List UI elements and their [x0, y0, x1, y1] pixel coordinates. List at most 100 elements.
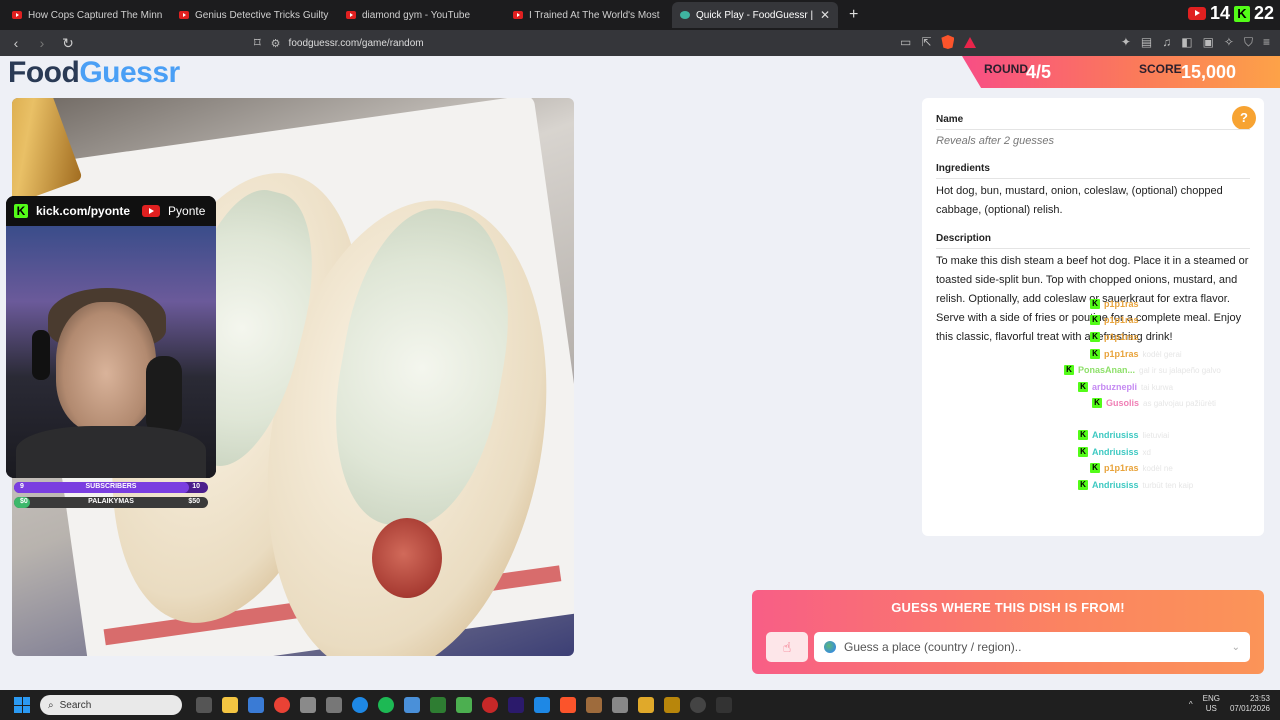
score-label: SCORE [1139, 62, 1182, 76]
kick-icon: K [1090, 299, 1100, 309]
edge-icon[interactable] [352, 697, 368, 713]
photos-icon[interactable] [404, 697, 420, 713]
back-icon[interactable]: ‹ [6, 35, 26, 51]
chat-message: K Andriusiss turbūt ten kaip [1078, 480, 1193, 490]
wallet-icon[interactable]: ▣ [1203, 35, 1214, 50]
reload-icon[interactable]: ↻ [58, 35, 78, 52]
address-bar-icons: ▭ ⇱ [900, 35, 977, 49]
app-icon[interactable] [534, 697, 550, 713]
language-indicator[interactable]: ENG US [1203, 694, 1220, 714]
chat-username: Andriusiss [1092, 447, 1139, 457]
guess-location-input[interactable]: Guess a place (country / region).. ⌄ [814, 632, 1250, 662]
close-tab-icon[interactable]: ✕ [820, 8, 830, 22]
forward-icon[interactable]: › [32, 35, 52, 51]
streamer-webcam: K kick.com/pyonte Pyonte [6, 196, 216, 478]
microphone [146, 356, 182, 436]
app-icon[interactable] [612, 697, 628, 713]
url-text[interactable]: foodguessr.com/game/random [289, 38, 424, 49]
spotify-icon[interactable] [378, 697, 394, 713]
chevron-down-icon[interactable]: ⌄ [1232, 642, 1240, 653]
obs-icon[interactable] [690, 697, 706, 713]
menu-icon[interactable]: ≡ [1263, 35, 1270, 50]
stream-counters: 14 K 22 [1187, 3, 1274, 24]
reading-list-icon[interactable]: ▤ [1141, 35, 1152, 50]
webcam-feed [6, 226, 216, 478]
share-icon[interactable]: ⇱ [921, 35, 931, 49]
sidebar-icon[interactable]: ◧ [1181, 35, 1192, 50]
store-icon[interactable] [248, 697, 264, 713]
chat-text: turbūt ten kaip [1142, 480, 1194, 490]
brave-shield-icon[interactable] [941, 35, 955, 49]
site-settings-icon[interactable]: ⚙ [271, 37, 281, 50]
donation-goal: $50 [188, 498, 200, 505]
chat-message: K Gusolis as galvojau pažiūrėti [1092, 398, 1216, 408]
taskbar-search[interactable]: ⌕ Search [40, 695, 182, 715]
youtube-icon [1187, 7, 1206, 20]
tab-label: Quick Play - FoodGuessr | FoodG [696, 9, 814, 21]
chat-text: xd [1142, 447, 1151, 457]
tab-label: Genius Detective Tricks Guilty Suspe [195, 9, 329, 21]
chevron-up-icon[interactable]: ^ [1189, 700, 1193, 709]
vpn-icon[interactable]: ⛉ [1244, 35, 1253, 50]
browser-tab[interactable]: Genius Detective Tricks Guilty Suspe [171, 2, 337, 28]
app-icon[interactable] [664, 697, 680, 713]
media-icon[interactable]: ♫ [1162, 35, 1171, 50]
chat-message: Kp1p1ras [1090, 315, 1139, 325]
app-icon[interactable] [300, 697, 316, 713]
app-icon[interactable] [456, 697, 472, 713]
file-explorer-icon[interactable] [222, 697, 238, 713]
guess-placeholder[interactable]: Guess a place (country / region).. [844, 640, 1224, 654]
leo-ai-icon[interactable]: ✧ [1224, 35, 1234, 50]
address-bar[interactable]: ⚙ foodguessr.com/game/random [271, 37, 424, 50]
foodguessr-logo[interactable]: FoodGuessr [8, 56, 180, 90]
chat-username: PonasAnan... [1078, 365, 1136, 375]
round-label: ROUND [984, 62, 1028, 76]
guess-panel: GUESS WHERE THIS DISH IS FROM! ☝ Guess a… [752, 590, 1264, 674]
chat-username: p1p1ras [1104, 463, 1139, 473]
chat-text: kodėl ne [1142, 463, 1173, 473]
map-pin-button[interactable]: ☝ [766, 632, 808, 662]
app-icon[interactable] [430, 697, 446, 713]
clock-date: 07/01/2026 [1229, 704, 1270, 713]
kick-icon: K [1090, 315, 1100, 325]
youtube-handle: Pyonte [168, 204, 206, 218]
kick-icon: K [1090, 349, 1100, 359]
premiere-icon[interactable] [508, 697, 524, 713]
kick-icon: K [1078, 430, 1088, 440]
chat-username: p1p1ras [1104, 299, 1139, 309]
brave-icon[interactable] [560, 697, 576, 713]
browser-tab[interactable]: I Trained At The World's Most Dange [505, 2, 671, 28]
task-view-icon[interactable] [196, 697, 212, 713]
new-tab-button[interactable]: + [839, 6, 868, 24]
kick-icon: K [1078, 480, 1088, 490]
subscriber-goal: 10 [192, 483, 200, 490]
screen-cast-icon[interactable]: ▭ [900, 35, 911, 49]
browser-tab[interactable]: How Cops Captured The Minnesota [4, 2, 170, 28]
chat-message: K PonasAnan... gal ir su jalapeño galvo [1064, 365, 1221, 375]
youtube-viewer-count: 14 [1209, 3, 1230, 23]
chat-username: p1p1ras [1104, 315, 1139, 325]
browser-tab-active[interactable]: Quick Play - FoodGuessr | FoodG ✕ [672, 2, 838, 28]
chat-username: p1p1ras [1104, 332, 1139, 342]
extensions-icon[interactable]: ✦ [1121, 35, 1131, 50]
bookmark-icon[interactable]: ⌑ [254, 35, 261, 51]
app-icon[interactable] [586, 697, 602, 713]
brave-rewards-icon[interactable] [964, 36, 977, 48]
windows-start-icon[interactable] [14, 697, 30, 713]
chat-message: Kp1p1ras [1090, 332, 1139, 342]
chrome-icon[interactable] [274, 697, 290, 713]
toolbar-icons: ✦ ▤ ♫ ◧ ▣ ✧ ⛉ ≡ [1121, 35, 1270, 50]
donation-goal-bar: $0 PALAIKYMAS $50 [14, 497, 208, 508]
app-icon[interactable] [326, 697, 342, 713]
chat-text: as galvojau pažiūrėti [1143, 398, 1216, 408]
app-icon[interactable] [716, 697, 732, 713]
browser-tab[interactable]: diamond gym - YouTube [338, 2, 504, 28]
chat-username: p1p1ras [1104, 349, 1139, 359]
clock[interactable]: 23:53 07/01/2026 [1230, 694, 1270, 714]
app-icon[interactable] [638, 697, 654, 713]
chat-message: Kp1p1ras kodėl gerai [1090, 349, 1182, 359]
kick-icon: K [1090, 332, 1100, 342]
app-icon[interactable] [482, 697, 498, 713]
chat-text: lietuviai [1142, 430, 1170, 440]
kick-icon: K [1078, 447, 1088, 457]
